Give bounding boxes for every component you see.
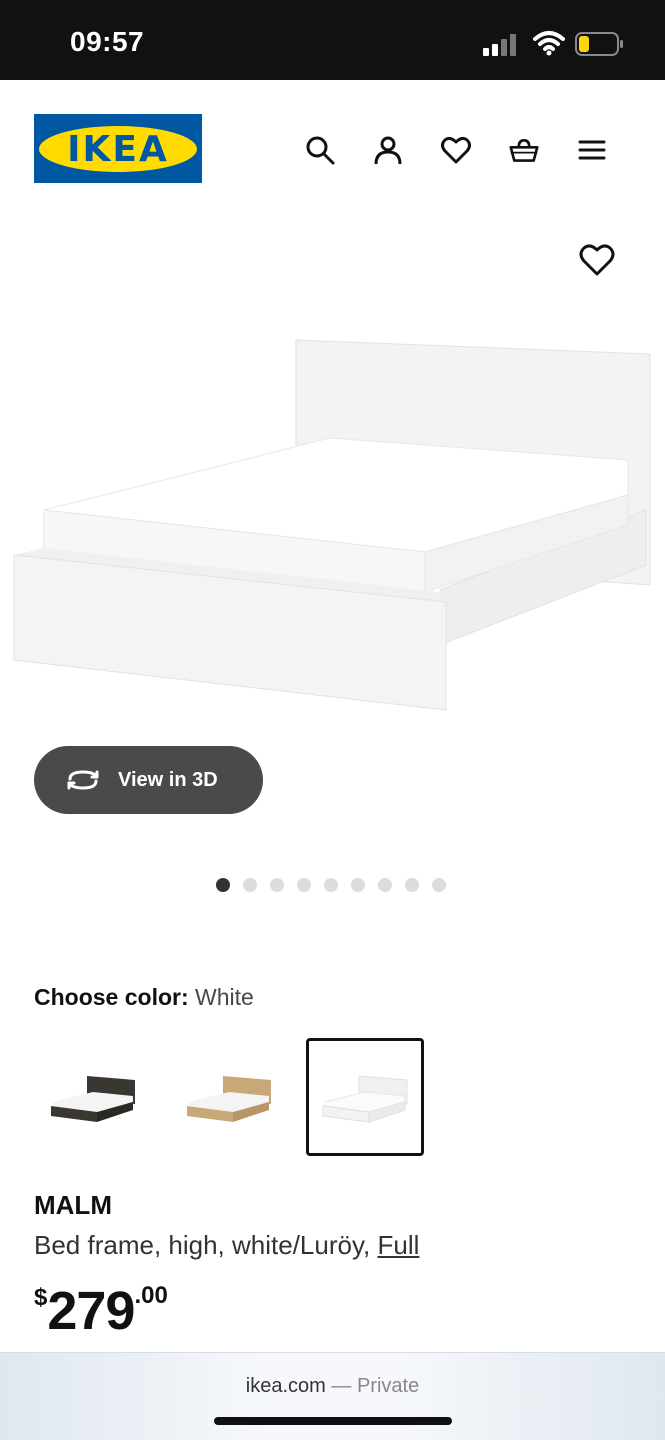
header-icons — [299, 130, 613, 170]
heart-icon — [441, 136, 471, 164]
view-in-3d-button[interactable]: View in 3D — [34, 746, 263, 814]
pagination-dot[interactable] — [351, 878, 365, 892]
cart-button[interactable] — [503, 130, 545, 170]
search-icon — [306, 136, 335, 165]
pagination-dot[interactable] — [297, 878, 311, 892]
bed-thumbnail-oak-veneer — [187, 1076, 271, 1122]
rotate-3d-icon — [67, 770, 99, 790]
color-label-title: Choose color: — [34, 984, 189, 1010]
ikea-logo[interactable]: IKEA — [34, 114, 202, 183]
battery-icon — [575, 32, 623, 56]
heart-icon[interactable] — [579, 242, 615, 278]
browser-address-bar[interactable]: ikea.com — Private — [0, 1352, 665, 1440]
bed-thumbnail-white — [322, 1075, 408, 1123]
swatch-white[interactable] — [306, 1038, 424, 1156]
pagination-dot[interactable] — [243, 878, 257, 892]
status-icons — [463, 30, 623, 58]
search-button[interactable] — [299, 130, 341, 170]
home-indicator[interactable] — [214, 1417, 452, 1425]
pagination-dot[interactable] — [378, 878, 392, 892]
menu-button[interactable] — [571, 130, 613, 170]
color-selected-value: White — [195, 984, 254, 1010]
color-label: Choose color: White — [34, 984, 254, 1011]
private-mode-label: — Private — [331, 1375, 420, 1397]
view-in-3d-label: View in 3D — [118, 768, 218, 791]
color-swatches — [34, 1038, 424, 1156]
price-integer: 279 — [47, 1281, 135, 1341]
status-time: 09:57 — [70, 26, 145, 57]
product-name: MALM — [34, 1190, 112, 1220]
product-description-text: Bed frame, high, white/Luröy, — [34, 1230, 371, 1260]
product-price: $279.00 — [34, 1280, 168, 1342]
url-display[interactable]: ikea.com — Private — [0, 1375, 665, 1398]
account-icon — [374, 136, 402, 165]
logo-text: IKEA — [67, 129, 169, 170]
signal-icon — [483, 34, 516, 56]
swatch-black-brown[interactable] — [34, 1038, 152, 1156]
basket-icon — [509, 138, 539, 162]
swatch-oak-veneer[interactable] — [170, 1038, 288, 1156]
favorites-button[interactable] — [435, 130, 477, 170]
account-button[interactable] — [367, 130, 409, 170]
status-bar: 09:57 — [0, 0, 665, 80]
url-domain: ikea.com — [245, 1375, 326, 1397]
product-gallery[interactable]: View in 3D — [0, 220, 665, 920]
pagination-dot[interactable] — [216, 878, 230, 892]
price-currency: $ — [34, 1284, 48, 1311]
price-decimal: .00 — [134, 1282, 168, 1309]
size-link[interactable]: Full — [377, 1230, 419, 1260]
product-image — [13, 339, 651, 711]
product-description: Bed frame, high, white/Luröy, Full — [34, 1230, 419, 1261]
pagination-dot[interactable] — [270, 878, 284, 892]
pagination-dot[interactable] — [324, 878, 338, 892]
wifi-icon — [533, 31, 565, 56]
site-header: IKEA — [0, 80, 665, 220]
bed-thumbnail-black-brown — [51, 1076, 135, 1122]
pagination-dot[interactable] — [432, 878, 446, 892]
gallery-pagination — [216, 878, 446, 892]
pagination-dot[interactable] — [405, 878, 419, 892]
menu-icon — [578, 140, 606, 160]
